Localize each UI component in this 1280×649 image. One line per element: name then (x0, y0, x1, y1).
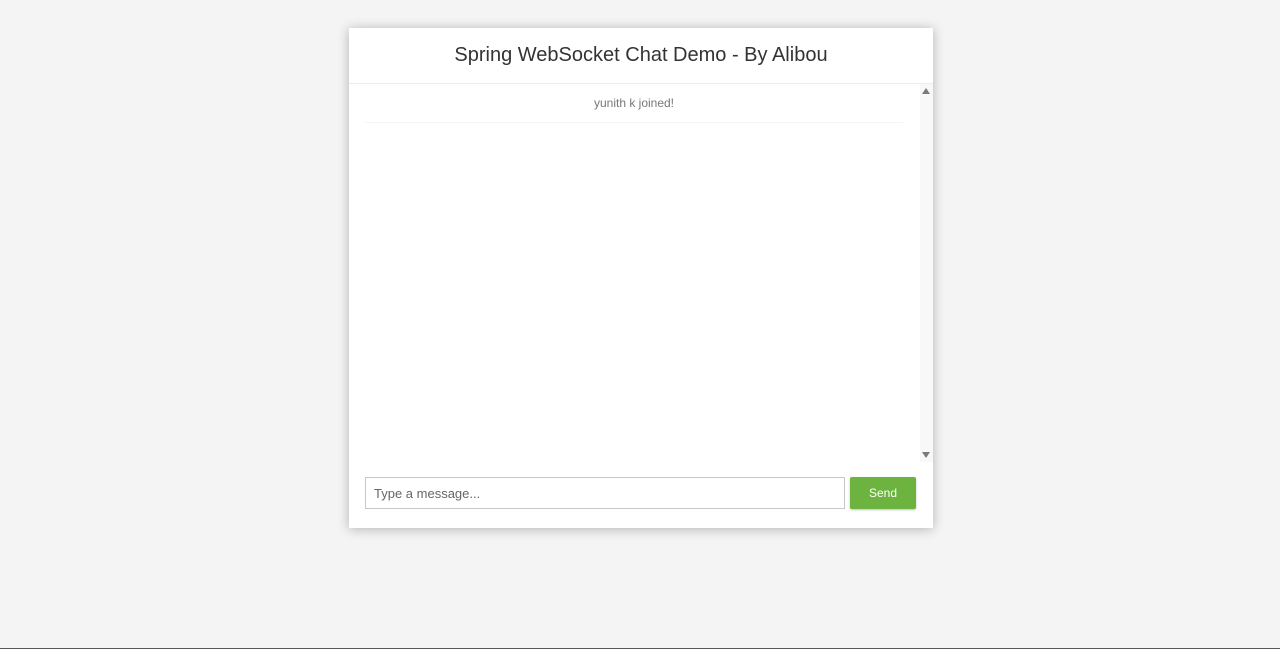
page-title: Spring WebSocket Chat Demo - By Alibou (454, 44, 828, 66)
event-message: yunith k joined! (365, 84, 903, 123)
chat-page: Spring WebSocket Chat Demo - By Alibou y… (349, 28, 933, 528)
chat-header: Spring WebSocket Chat Demo - By Alibou (349, 28, 933, 84)
message-form: Send (365, 477, 916, 509)
scrollbar[interactable] (920, 84, 933, 462)
scroll-up-arrow-icon[interactable] (922, 88, 930, 94)
send-button[interactable]: Send (850, 477, 916, 509)
message-list: yunith k joined! (365, 84, 903, 462)
message-input[interactable] (365, 477, 845, 509)
scroll-down-arrow-icon[interactable] (922, 452, 930, 458)
message-area[interactable]: yunith k joined! (349, 84, 933, 462)
